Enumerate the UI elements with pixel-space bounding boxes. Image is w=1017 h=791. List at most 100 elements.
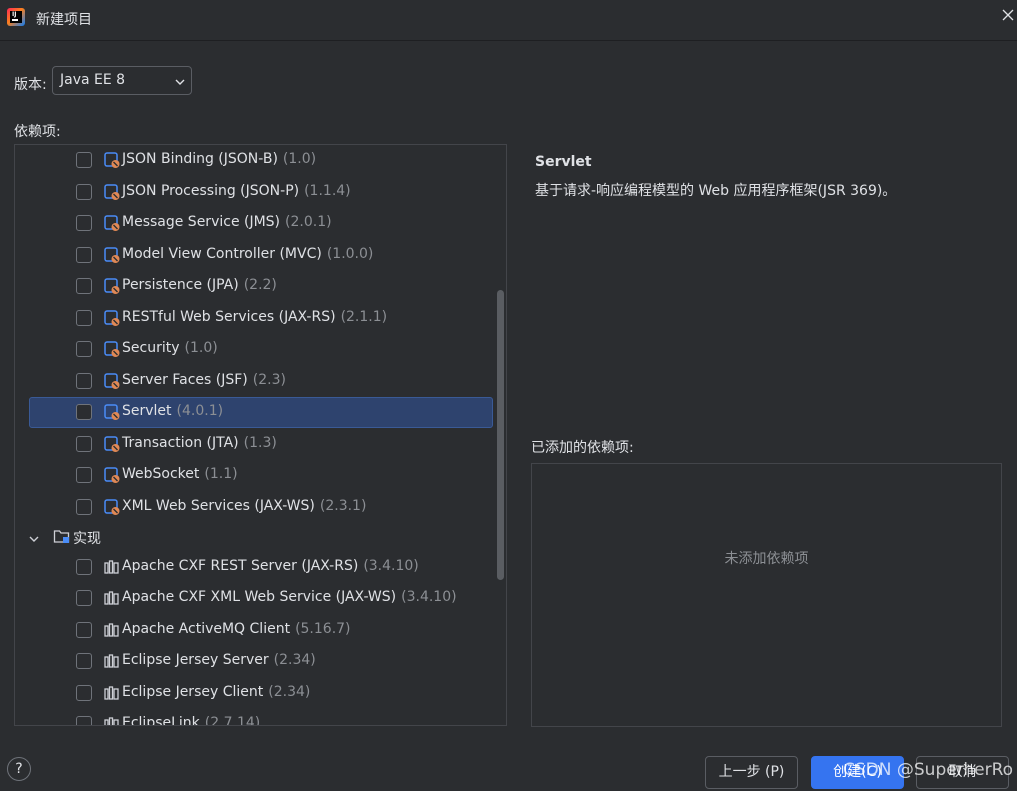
tree-group-implementation[interactable]: 实现: [15, 522, 506, 552]
chevron-down-icon[interactable]: [29, 531, 39, 542]
dependency-item[interactable]: JSON Processing (JSON-P) (1.1.4): [15, 177, 506, 207]
checkbox[interactable]: [76, 246, 92, 263]
selection-highlight: [29, 397, 493, 428]
dependency-item[interactable]: Message Service (JMS) (2.0.1): [15, 208, 506, 238]
dependency-name: Servlet (4.0.1): [122, 403, 224, 419]
dependency-version: (2.3.1): [319, 497, 367, 514]
checkbox[interactable]: [76, 372, 92, 389]
dependency-name: JSON Binding (JSON-B) (1.0): [122, 151, 317, 167]
folder-icon: [53, 527, 71, 545]
dependency-item[interactable]: RESTful Web Services (JAX-RS) (2.1.1): [15, 303, 506, 333]
plugin-icon: [103, 498, 121, 516]
dependency-version: (2.34): [268, 683, 311, 700]
version-label: 版本:: [14, 77, 47, 93]
watermark: CSDN @SuperherRo: [843, 760, 1014, 780]
checkbox[interactable]: [76, 590, 92, 606]
checkbox[interactable]: [76, 341, 92, 357]
plugin-icon: [103, 466, 121, 484]
dependency-item[interactable]: Apache CXF REST Server (JAX-RS) (3.4.10): [15, 552, 506, 582]
plugin-icon: [103, 372, 121, 390]
dependency-name: Transaction (JTA) (1.3): [122, 434, 277, 451]
library-icon: [103, 589, 121, 607]
checkbox[interactable]: [76, 684, 92, 701]
intellij-logo-icon: IJ: [7, 8, 25, 26]
dependency-version: (2.34): [273, 652, 316, 668]
dependency-item[interactable]: Eclipse Jersey Server (2.34): [15, 646, 506, 676]
dependency-version: (1.3): [243, 434, 277, 451]
dependencies-label: 依赖项:: [14, 124, 61, 140]
plugin-icon: [103, 435, 121, 453]
dependency-item[interactable]: Apache CXF XML Web Service (JAX-WS) (3.4.…: [15, 583, 506, 613]
dependency-name: Apache CXF REST Server (JAX-RS) (3.4.10): [122, 557, 419, 574]
dependency-item[interactable]: Apache ActiveMQ Client (5.16.7): [15, 615, 506, 645]
dependency-name: JSON Processing (JSON-P) (1.1.4): [122, 182, 351, 199]
dependency-name: XML Web Services (JAX-WS) (2.3.1): [122, 497, 367, 514]
dependency-item[interactable]: Security (1.0): [15, 334, 506, 364]
checkbox[interactable]: [76, 215, 92, 231]
library-icon: [103, 558, 121, 576]
dependency-version: (2.7.14): [204, 715, 261, 726]
checkbox[interactable]: [76, 467, 92, 483]
dependency-item[interactable]: Persistence (JPA) (2.2): [15, 271, 506, 301]
dependency-version: (2.0.1): [285, 214, 332, 230]
checkbox[interactable]: [76, 278, 92, 294]
version-select-value: Java EE 8: [60, 72, 126, 88]
dependency-item[interactable]: Model View Controller (MVC) (1.0.0): [15, 240, 506, 270]
checkbox[interactable]: [76, 558, 92, 575]
scrollbar-thumb[interactable]: [497, 290, 504, 580]
previous-button[interactable]: 上一步 (P): [705, 756, 798, 789]
dependency-item[interactable]: Server Faces (JSF) (2.3): [15, 366, 506, 396]
window-title: 新建项目: [36, 12, 92, 28]
dependency-item[interactable]: Eclipse Jersey Client (2.34): [15, 678, 506, 708]
checkbox[interactable]: [76, 183, 92, 200]
library-icon: [103, 621, 121, 639]
dependency-name: Message Service (JMS) (2.0.1): [122, 214, 332, 230]
dependency-version: (1.0): [184, 340, 218, 356]
dependency-version: (1.1): [204, 466, 238, 482]
dependency-name: Eclipse Jersey Client (2.34): [122, 683, 311, 700]
checkbox[interactable]: [76, 653, 92, 669]
checkbox[interactable]: [76, 404, 92, 420]
dependency-version: (4.0.1): [176, 403, 224, 419]
dependency-name: Apache CXF XML Web Service (JAX-WS) (3.4.…: [122, 589, 457, 605]
close-icon[interactable]: [1001, 6, 1015, 26]
plugin-icon: [103, 309, 121, 327]
checkbox[interactable]: [76, 716, 92, 725]
detail-title: Servlet: [535, 154, 592, 170]
dependency-name: Model View Controller (MVC) (1.0.0): [122, 245, 374, 262]
detail-description: 基于请求-响应编程模型的 Web 应用程序框架(JSR 369)。: [535, 183, 897, 199]
dependency-item[interactable]: XML Web Services (JAX-WS) (2.3.1): [15, 492, 506, 522]
dependency-version: (2.1.1): [340, 308, 388, 325]
help-icon[interactable]: ?: [7, 757, 31, 781]
dependency-version: (1.0.0): [326, 245, 374, 262]
dependency-item[interactable]: JSON Binding (JSON-B) (1.0): [15, 145, 506, 175]
added-dependencies-list: 未添加依赖项: [531, 463, 1002, 727]
plugin-icon: [103, 246, 121, 264]
plugin-icon: [103, 340, 121, 358]
dependency-item[interactable]: Transaction (JTA) (1.3): [15, 429, 506, 459]
checkbox[interactable]: [76, 621, 92, 638]
dependency-item[interactable]: WebSocket (1.1): [15, 460, 506, 490]
dependency-name: Security (1.0): [122, 340, 218, 356]
chevron-down-icon: [175, 74, 185, 85]
dependency-item[interactable]: EclipseLink (2.7.14): [15, 709, 506, 726]
dependency-name: RESTful Web Services (JAX-RS) (2.1.1): [122, 308, 388, 325]
checkbox[interactable]: [76, 498, 92, 515]
dependency-name: EclipseLink (2.7.14): [122, 715, 261, 726]
group-name: 实现: [73, 531, 101, 547]
title-bar: IJ 新建项目: [0, 0, 1017, 41]
plugin-icon: [103, 183, 121, 201]
plugin-icon: [103, 214, 121, 232]
dependency-version: (3.4.10): [401, 589, 457, 605]
plugin-icon: [103, 277, 121, 295]
checkbox[interactable]: [76, 309, 92, 326]
library-icon: [103, 652, 121, 670]
dependencies-tree[interactable]: JSON Binding (JSON-B) (1.0) JSON Processin…: [14, 144, 507, 726]
checkbox[interactable]: [76, 152, 92, 168]
dependency-item[interactable]: Servlet (4.0.1): [15, 397, 506, 428]
checkbox[interactable]: [76, 435, 92, 452]
library-icon: [103, 684, 121, 702]
dependency-version: (1.0): [282, 151, 317, 167]
version-select[interactable]: Java EE 8: [52, 66, 192, 95]
dependency-version: (3.4.10): [363, 557, 419, 574]
